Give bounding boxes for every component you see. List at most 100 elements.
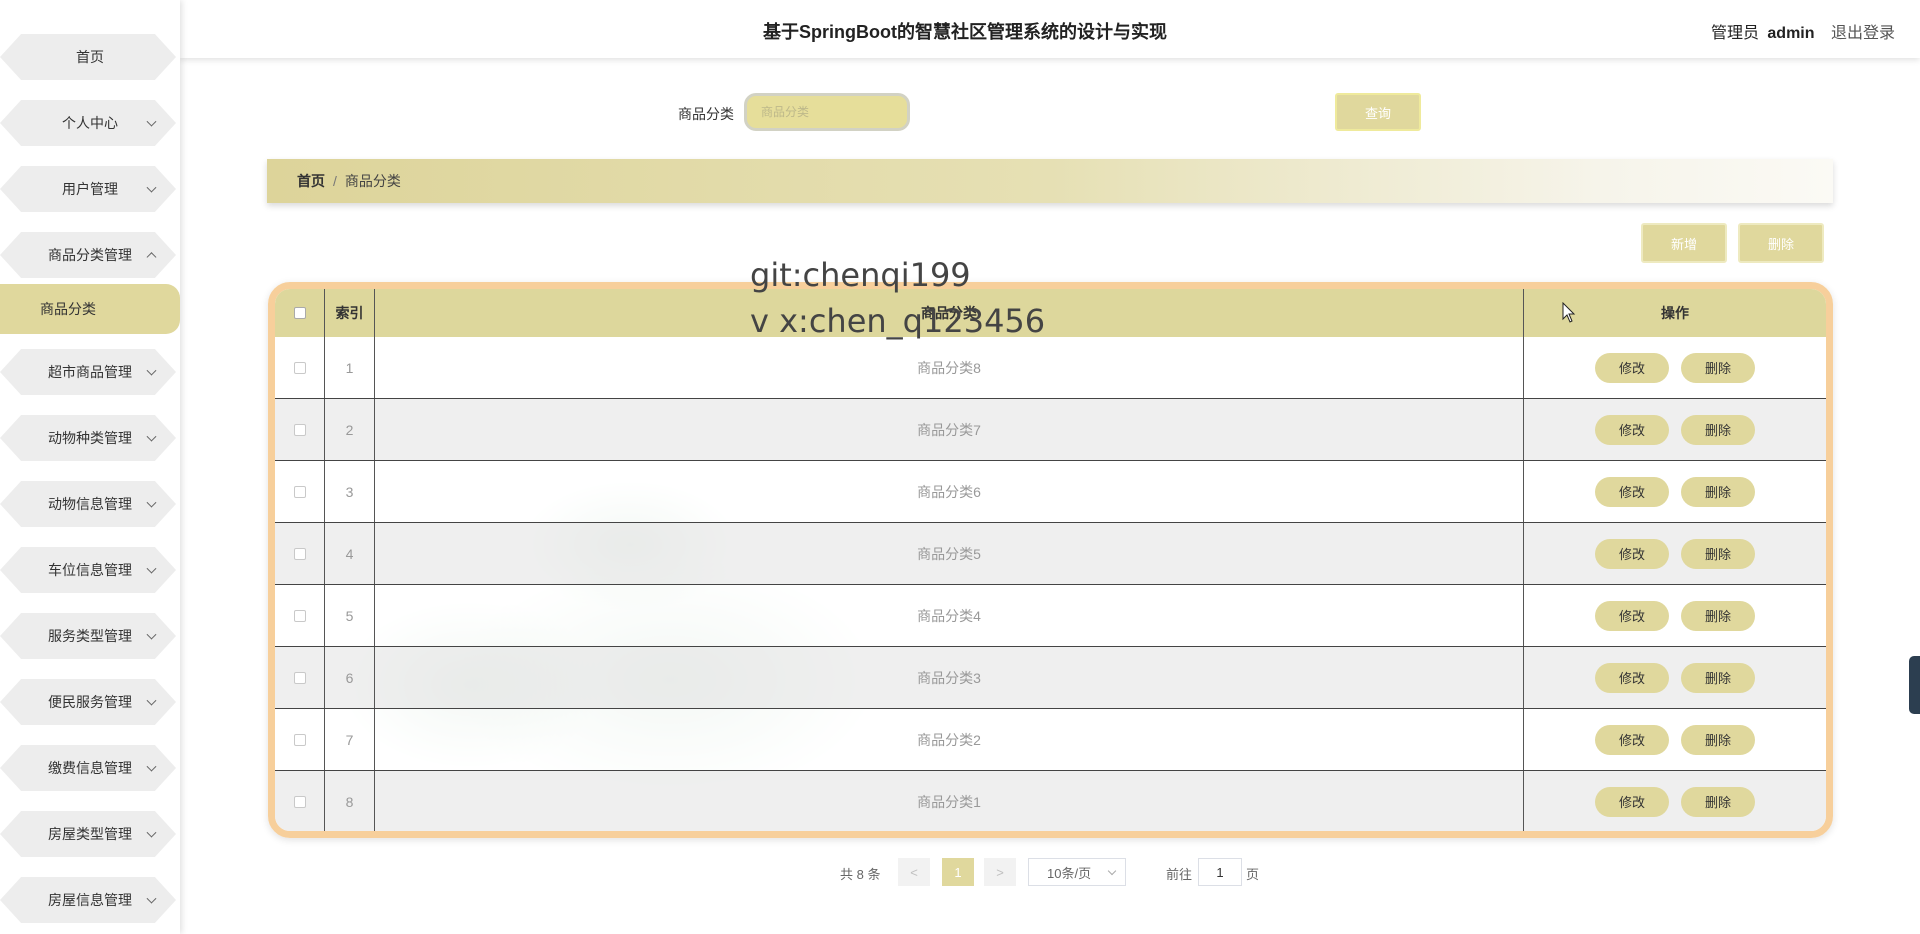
table-row: 2 商品分类7 修改 删除 <box>275 398 1826 460</box>
sidebar: 首页个人中心用户管理商品分类管理 超市商品管理 动物种类管理 动物信息管理车位信息管理… <box>0 0 180 934</box>
logout-link[interactable]: 退出登录 <box>1831 25 1895 42</box>
row-category-name: 商品分类6 <box>375 461 1524 522</box>
add-button[interactable]: 新增 <box>1641 223 1727 263</box>
sidebar-item-label: 动物信息管理 <box>48 496 132 512</box>
prev-page-button[interactable]: < <box>898 858 930 886</box>
goto-label: 前往 <box>1166 867 1193 882</box>
pagination-total: 共 8 条 <box>840 867 881 882</box>
row-checkbox[interactable] <box>293 795 306 808</box>
sidebar-item-label: 个人中心 <box>62 115 118 131</box>
next-page-button[interactable]: > <box>984 858 1016 886</box>
delete-button[interactable]: 删除 <box>1681 662 1755 693</box>
row-checkbox[interactable] <box>293 547 306 560</box>
sidebar-item[interactable]: 房屋信息管理 <box>0 873 180 927</box>
row-index: 3 <box>325 461 375 522</box>
sidebar-subitem-label: 商品分类 <box>40 301 96 317</box>
pagination: 共 8 条 < 1 > 10条/页 前往 页 <box>0 858 1920 886</box>
row-operations: 修改 删除 <box>1524 461 1826 522</box>
sidebar-item[interactable]: 服务类型管理 <box>0 609 180 663</box>
row-check-cell <box>275 461 325 522</box>
row-operations: 修改 删除 <box>1524 647 1826 708</box>
sidebar-item[interactable]: 动物信息管理 <box>0 477 180 531</box>
edit-button[interactable]: 修改 <box>1595 352 1669 383</box>
user-name: admin <box>1767 25 1815 42</box>
row-operations: 修改 删除 <box>1524 337 1826 398</box>
sidebar-item[interactable]: 首页 <box>0 30 180 84</box>
sidebar-item-label: 商品分类管理 <box>48 247 132 263</box>
edit-button[interactable]: 修改 <box>1595 476 1669 507</box>
row-index: 1 <box>325 337 375 398</box>
query-button[interactable]: 查询 <box>1335 93 1421 131</box>
sidebar-item[interactable]: 用户管理 <box>0 162 180 216</box>
sidebar-item-label: 超市商品管理 <box>48 364 132 380</box>
row-operations: 修改 删除 <box>1524 399 1826 460</box>
edit-button[interactable]: 修改 <box>1595 538 1669 569</box>
breadcrumb-home[interactable]: 首页 <box>297 171 325 191</box>
page-size-value: 10条/页 <box>1047 865 1092 881</box>
goto-page-input[interactable] <box>1198 858 1242 886</box>
breadcrumb-current: 商品分类 <box>344 173 401 189</box>
row-category-name: 商品分类7 <box>375 399 1524 460</box>
breadcrumb-separator: / <box>333 173 337 189</box>
sidebar-item[interactable]: 车位信息管理 <box>0 543 180 597</box>
row-checkbox[interactable] <box>293 485 306 498</box>
row-checkbox[interactable] <box>293 361 306 374</box>
edit-button[interactable]: 修改 <box>1595 724 1669 755</box>
row-checkbox[interactable] <box>293 609 306 622</box>
delete-button[interactable]: 删除 <box>1681 476 1755 507</box>
row-category-name: 商品分类1 <box>375 771 1524 831</box>
side-handle[interactable] <box>1909 656 1920 714</box>
header-index: 索引 <box>325 289 375 337</box>
row-operations: 修改 删除 <box>1524 771 1826 831</box>
row-category-name: 商品分类3 <box>375 647 1524 708</box>
page-unit-label: 页 <box>1246 867 1260 882</box>
delete-button[interactable]: 删除 <box>1681 786 1755 817</box>
search-input[interactable] <box>744 93 910 131</box>
sidebar-item-label: 房屋类型管理 <box>48 826 132 842</box>
sidebar-item[interactable]: 商品分类管理 <box>0 228 180 282</box>
row-index: 8 <box>325 771 375 831</box>
page-size-select[interactable]: 10条/页 <box>1028 858 1126 886</box>
sidebar-item-label: 缴费信息管理 <box>48 760 132 776</box>
top-bar: 基于SpringBoot的智慧社区管理系统的设计与实现 管理员 admin 退出… <box>180 0 1920 58</box>
row-checkbox[interactable] <box>293 423 306 436</box>
edit-button[interactable]: 修改 <box>1595 414 1669 445</box>
sidebar-item-label: 首页 <box>76 49 104 65</box>
delete-button[interactable]: 删除 <box>1681 352 1755 383</box>
delete-button[interactable]: 删除 <box>1681 600 1755 631</box>
edit-button[interactable]: 修改 <box>1595 600 1669 631</box>
row-category-name: 商品分类5 <box>375 523 1524 584</box>
delete-button[interactable]: 删除 <box>1681 724 1755 755</box>
sidebar-item-label: 用户管理 <box>62 181 118 197</box>
delete-button[interactable]: 删除 <box>1681 538 1755 569</box>
edit-button[interactable]: 修改 <box>1595 786 1669 817</box>
row-check-cell <box>275 523 325 584</box>
sidebar-item[interactable]: 缴费信息管理 <box>0 741 180 795</box>
sidebar-item[interactable]: 个人中心 <box>0 96 180 150</box>
select-all-checkbox[interactable] <box>293 307 306 319</box>
sidebar-item-label: 动物种类管理 <box>48 430 132 446</box>
edit-button[interactable]: 修改 <box>1595 662 1669 693</box>
sidebar-item[interactable]: 房屋类型管理 <box>0 807 180 861</box>
row-index: 2 <box>325 399 375 460</box>
sidebar-item[interactable]: 动物种类管理 <box>0 411 180 465</box>
row-checkbox[interactable] <box>293 671 306 684</box>
search-label: 商品分类 <box>678 106 734 122</box>
sidebar-subitem-active[interactable]: 商品分类 <box>0 284 180 334</box>
row-checkbox[interactable] <box>293 733 306 746</box>
batch-delete-button[interactable]: 删除 <box>1738 223 1824 263</box>
row-check-cell <box>275 399 325 460</box>
page-number-button[interactable]: 1 <box>942 858 974 886</box>
table-body: 1 商品分类8 修改 删除 2 商品分类7 修改 删除 3 商品分类6 修改 删除 4 商品分类5 修改 删除… <box>275 337 1826 831</box>
row-category-name: 商品分类2 <box>375 709 1524 770</box>
row-index: 5 <box>325 585 375 646</box>
row-category-name: 商品分类4 <box>375 585 1524 646</box>
sidebar-item[interactable]: 超市商品管理 <box>0 345 180 399</box>
delete-button[interactable]: 删除 <box>1681 414 1755 445</box>
table-row: 6 商品分类3 修改 删除 <box>275 646 1826 708</box>
user-role: 管理员 <box>1710 25 1759 42</box>
row-operations: 修改 删除 <box>1524 523 1826 584</box>
table-header: 索引 商品分类 操作 <box>275 289 1826 337</box>
sidebar-item[interactable]: 便民服务管理 <box>0 675 180 729</box>
row-check-cell <box>275 337 325 398</box>
